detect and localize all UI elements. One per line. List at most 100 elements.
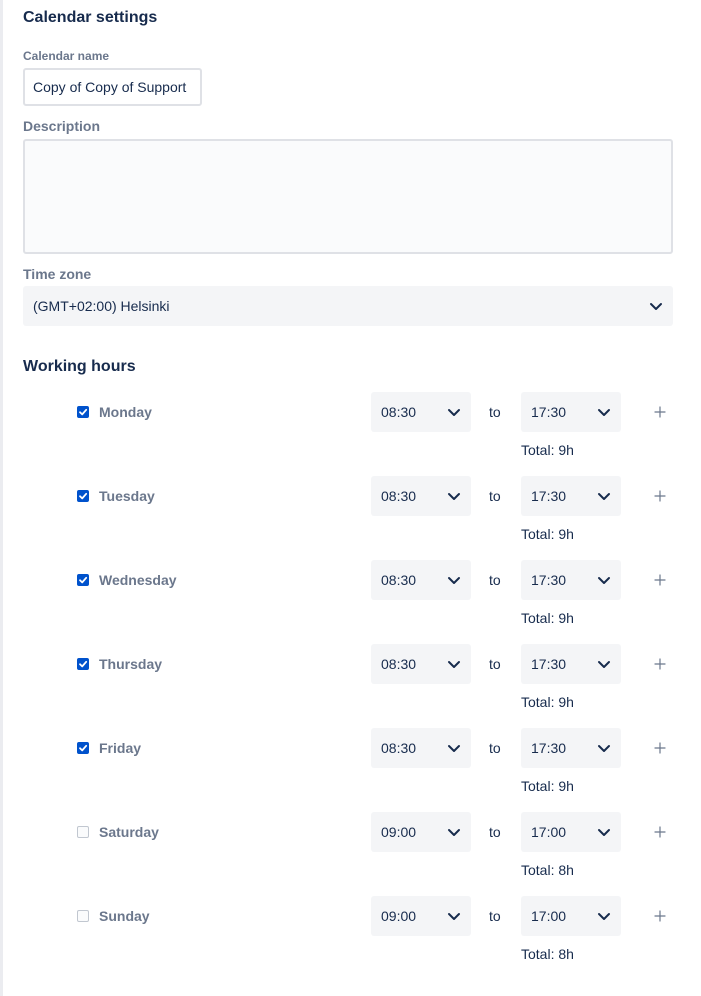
day-checkbox[interactable] (77, 910, 89, 922)
day-label: Sunday (99, 908, 150, 924)
end-time-select[interactable]: 17:30 (521, 560, 621, 600)
day-label: Wednesday (99, 572, 177, 588)
end-time-value: 17:30 (531, 404, 567, 420)
start-time-select[interactable]: 08:30 (371, 476, 471, 516)
start-time-value: 08:30 (381, 404, 417, 420)
day-row-thursday: Thursday 08:30 to 17:30 Total: 9h (0, 644, 701, 728)
day-row-friday: Friday 08:30 to 17:30 Total: 9h (0, 728, 701, 812)
to-label: to (489, 824, 501, 840)
day-checkbox[interactable] (77, 826, 89, 838)
chevron-down-icon (649, 299, 663, 313)
start-time-value: 09:00 (381, 908, 417, 924)
chevron-down-icon (597, 909, 611, 923)
calendar-name-input[interactable] (23, 68, 202, 106)
add-time-range-button[interactable] (652, 656, 668, 672)
to-label: to (489, 404, 501, 420)
add-time-range-button[interactable] (652, 740, 668, 756)
add-time-range-button[interactable] (652, 908, 668, 924)
time-zone-label: Time zone (23, 266, 92, 282)
day-checkbox[interactable] (77, 742, 89, 754)
time-zone-select[interactable]: (GMT+02:00) Helsinki (23, 286, 673, 326)
end-time-value: 17:30 (531, 740, 567, 756)
chevron-down-icon (447, 405, 461, 419)
to-label: to (489, 656, 501, 672)
plus-icon (654, 490, 666, 502)
calendar-name-label: Calendar name (23, 49, 110, 63)
end-time-select[interactable]: 17:30 (521, 392, 621, 432)
add-time-range-button[interactable] (652, 572, 668, 588)
end-time-value: 17:00 (531, 824, 567, 840)
end-time-select[interactable]: 17:00 (521, 812, 621, 852)
total-hours: Total: 9h (521, 442, 574, 458)
start-time-select[interactable]: 08:30 (371, 392, 471, 432)
to-label: to (489, 740, 501, 756)
chevron-down-icon (447, 573, 461, 587)
end-time-value: 17:30 (531, 572, 567, 588)
end-time-value: 17:30 (531, 656, 567, 672)
working-hours-heading: Working hours (23, 358, 136, 375)
end-time-select[interactable]: 17:30 (521, 644, 621, 684)
day-row-monday: Monday 08:30 to 17:30 Total: 9h (0, 392, 701, 476)
to-label: to (489, 572, 501, 588)
add-time-range-button[interactable] (652, 824, 668, 840)
chevron-down-icon (447, 657, 461, 671)
plus-icon (654, 910, 666, 922)
start-time-select[interactable]: 08:30 (371, 560, 471, 600)
plus-icon (654, 406, 666, 418)
total-hours: Total: 9h (521, 694, 574, 710)
plus-icon (654, 826, 666, 838)
end-time-select[interactable]: 17:00 (521, 896, 621, 936)
end-time-select[interactable]: 17:30 (521, 728, 621, 768)
start-time-value: 08:30 (381, 572, 417, 588)
start-time-value: 08:30 (381, 488, 417, 504)
start-time-select[interactable]: 08:30 (371, 728, 471, 768)
description-label: Description (23, 118, 101, 134)
chevron-down-icon (447, 825, 461, 839)
day-label: Tuesday (99, 488, 155, 504)
day-row-tuesday: Tuesday 08:30 to 17:30 Total: 9h (0, 476, 701, 560)
description-textarea[interactable] (23, 139, 673, 254)
end-time-value: 17:00 (531, 908, 567, 924)
end-time-select[interactable]: 17:30 (521, 476, 621, 516)
day-checkbox[interactable] (77, 406, 89, 418)
day-checkbox[interactable] (77, 490, 89, 502)
day-label: Friday (99, 740, 142, 756)
start-time-value: 08:30 (381, 656, 417, 672)
start-time-select[interactable]: 09:00 (371, 896, 471, 936)
calendar-settings-heading: Calendar settings (23, 9, 158, 26)
start-time-select[interactable]: 08:30 (371, 644, 471, 684)
chevron-down-icon (447, 741, 461, 755)
total-hours: Total: 9h (521, 610, 574, 626)
start-time-value: 08:30 (381, 740, 417, 756)
end-time-value: 17:30 (531, 488, 567, 504)
day-label: Saturday (99, 824, 159, 840)
start-time-value: 09:00 (381, 824, 417, 840)
total-hours: Total: 8h (521, 946, 574, 962)
chevron-down-icon (597, 741, 611, 755)
plus-icon (654, 742, 666, 754)
chevron-down-icon (597, 405, 611, 419)
day-label: Thursday (99, 656, 163, 672)
add-time-range-button[interactable] (652, 404, 668, 420)
add-time-range-button[interactable] (652, 488, 668, 504)
chevron-down-icon (597, 489, 611, 503)
plus-icon (654, 658, 666, 670)
day-checkbox[interactable] (77, 574, 89, 586)
start-time-select[interactable]: 09:00 (371, 812, 471, 852)
day-row-sunday: Sunday 09:00 to 17:00 Total: 8h (0, 896, 701, 980)
day-row-wednesday: Wednesday 08:30 to 17:30 Total: 9h (0, 560, 701, 644)
to-label: to (489, 488, 501, 504)
day-row-saturday: Saturday 09:00 to 17:00 Total: 8h (0, 812, 701, 896)
plus-icon (654, 574, 666, 586)
chevron-down-icon (447, 909, 461, 923)
total-hours: Total: 8h (521, 862, 574, 878)
to-label: to (489, 908, 501, 924)
time-zone-value: (GMT+02:00) Helsinki (33, 298, 170, 314)
chevron-down-icon (597, 825, 611, 839)
total-hours: Total: 9h (521, 778, 574, 794)
chevron-down-icon (447, 489, 461, 503)
day-label: Monday (99, 404, 152, 420)
total-hours: Total: 9h (521, 526, 574, 542)
day-checkbox[interactable] (77, 658, 89, 670)
chevron-down-icon (597, 573, 611, 587)
